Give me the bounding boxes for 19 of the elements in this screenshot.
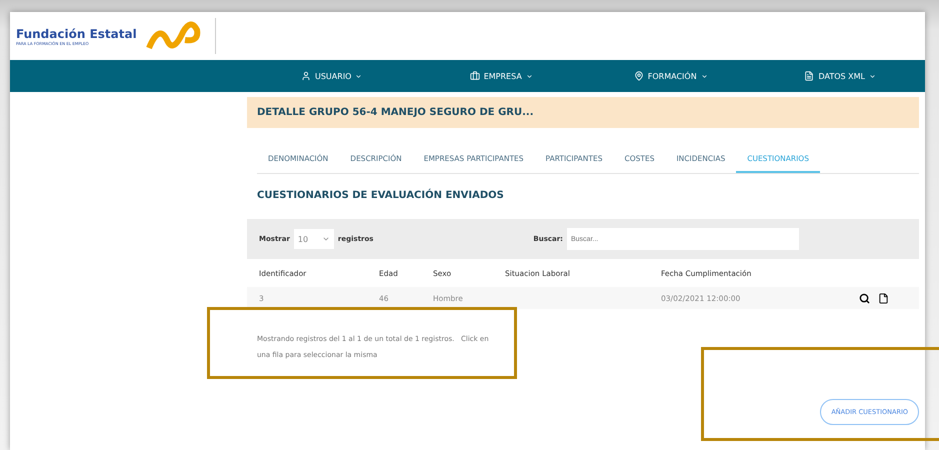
- briefcase-icon: [470, 71, 480, 81]
- caret-icon: [526, 72, 533, 80]
- nav-menu-item[interactable]: EMPRESA: [416, 60, 586, 92]
- caret-icon: [700, 72, 708, 80]
- caret-icon: [322, 235, 330, 243]
- nav-menu-item[interactable]: FORMACIÓN: [586, 60, 756, 92]
- nav-menu-item[interactable]: USUARIO: [247, 60, 416, 92]
- page-banner: DETALLE GRUPO 56-4 MANEJO SEGURO DE GRU...: [247, 97, 919, 128]
- caret-icon: [355, 72, 362, 80]
- brand-name: Fundación Estatal: [16, 26, 137, 40]
- nav-menu-item[interactable]: DATOS XML: [756, 60, 925, 92]
- section-title: CUESTIONARIOS DE EVALUACIÓN ENVIADOS: [257, 190, 505, 201]
- page-size-select[interactable]: 10: [294, 229, 334, 249]
- document-icon[interactable]: [878, 292, 889, 304]
- location-pin-icon: [634, 71, 644, 81]
- caret-icon: [869, 72, 876, 80]
- user-icon: [301, 71, 311, 81]
- search-icon[interactable]: [859, 292, 870, 304]
- document-icon: [804, 71, 814, 81]
